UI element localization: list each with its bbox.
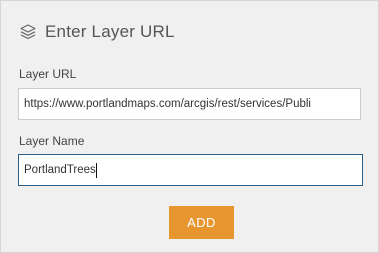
- layer-name-label: Layer Name: [19, 134, 85, 148]
- layers-icon: [19, 23, 37, 41]
- panel-title: Enter Layer URL: [45, 22, 175, 41]
- layer-url-value: https://www.portlandmaps.com/arcgis/rest…: [24, 98, 311, 110]
- enter-layer-url-panel: Enter Layer URL Layer URL https://www.po…: [0, 0, 379, 253]
- panel-header: Enter Layer URL: [19, 21, 175, 43]
- text-caret: [95, 162, 97, 178]
- layer-name-input[interactable]: PortlandTrees: [18, 154, 363, 186]
- layer-name-value: PortlandTrees: [24, 164, 96, 176]
- layer-url-input[interactable]: https://www.portlandmaps.com/arcgis/rest…: [18, 88, 361, 120]
- add-button[interactable]: ADD: [169, 206, 234, 239]
- layer-url-label: Layer URL: [19, 67, 77, 81]
